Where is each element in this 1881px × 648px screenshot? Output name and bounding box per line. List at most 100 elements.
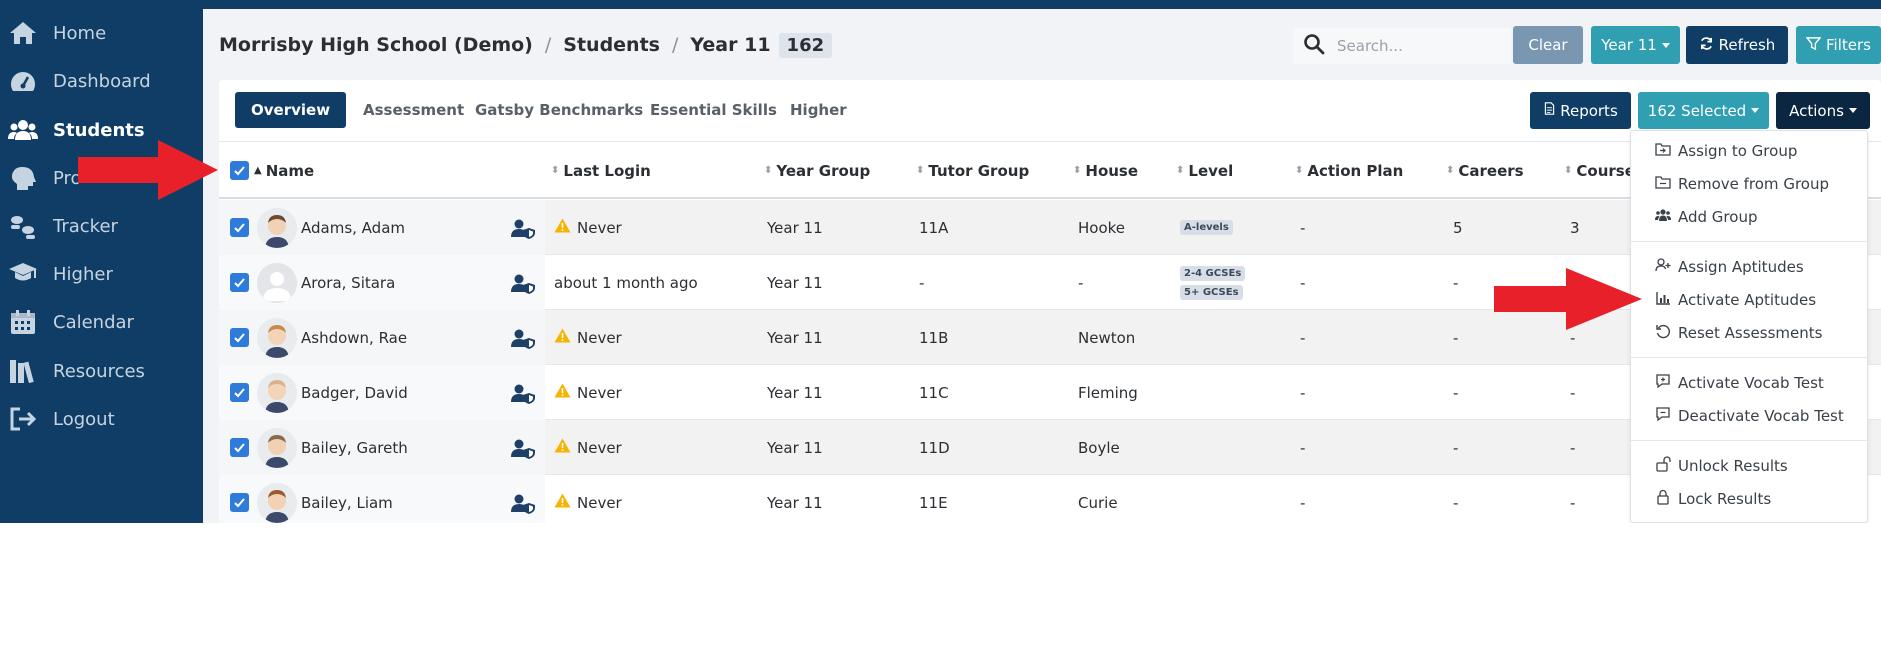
- column-header-last-login[interactable]: ⬍ Last Login: [551, 142, 651, 199]
- user-shield-icon[interactable]: [510, 475, 536, 523]
- actions-menu: Assign to Group Remove from Group Add Gr…: [1630, 130, 1868, 523]
- column-header-tutor-group[interactable]: ⬍ Tutor Group: [916, 142, 1029, 199]
- user-shield-icon[interactable]: [510, 365, 536, 420]
- year-group: Year 11: [767, 218, 823, 237]
- tracker-icon: [6, 211, 40, 241]
- sidebar-item-home[interactable]: Home: [0, 13, 203, 53]
- folder-out-icon: [1655, 174, 1678, 194]
- avatar: [257, 427, 297, 468]
- user-shield-icon[interactable]: [510, 310, 536, 365]
- last-login-text: Never: [577, 328, 622, 347]
- comment-plus-icon: [1655, 373, 1678, 393]
- last-login: Never: [554, 475, 622, 523]
- select-all-checkbox[interactable]: [230, 161, 249, 180]
- warning-icon: [554, 493, 577, 512]
- menu-item-assign-aptitudes[interactable]: Assign Aptitudes: [1631, 252, 1867, 282]
- menu-item-reset-assessments[interactable]: Reset Assessments: [1631, 318, 1867, 348]
- student-name[interactable]: Bailey, Liam: [301, 475, 393, 523]
- avatar-cell: [257, 365, 297, 420]
- row-checkbox[interactable]: [230, 493, 249, 512]
- menu-item-activate-aptitudes[interactable]: Activate Aptitudes: [1631, 285, 1867, 315]
- column-header-year-group[interactable]: ⬍ Year Group: [764, 142, 870, 199]
- level-cell: 2-4 GCSEs 5+ GCSEs: [1180, 255, 1246, 310]
- filters-button[interactable]: Filters: [1796, 26, 1881, 64]
- column-header-course[interactable]: ⬍ Course: [1564, 142, 1635, 199]
- check-icon: [234, 443, 245, 453]
- tab-overview[interactable]: Overview: [235, 92, 347, 128]
- sidebar-item-calendar[interactable]: Calendar: [0, 302, 203, 342]
- menu-item-lock-results[interactable]: Lock Results: [1631, 484, 1867, 514]
- menu-item-label: Remove from Group: [1678, 175, 1829, 193]
- column-header-level[interactable]: ⬍ Level: [1176, 142, 1233, 199]
- action-plan: -: [1300, 383, 1306, 402]
- check-icon: [234, 278, 245, 288]
- clear-button[interactable]: Clear: [1513, 26, 1583, 64]
- sidebar-item-logout[interactable]: Logout: [0, 399, 203, 439]
- home-icon: [6, 18, 40, 48]
- comment-minus-icon: [1655, 406, 1678, 426]
- warning-icon: [554, 328, 577, 347]
- careers-count: -: [1453, 438, 1459, 457]
- avatar-cell: [257, 310, 297, 365]
- row-checkbox[interactable]: [230, 383, 249, 402]
- tutor-group: 11A: [919, 218, 949, 237]
- reports-button[interactable]: Reports: [1530, 92, 1631, 129]
- row-checkbox[interactable]: [230, 438, 249, 457]
- user-shield-icon[interactable]: [510, 255, 536, 310]
- selected-dropdown-button[interactable]: 162 Selected: [1638, 92, 1769, 129]
- menu-item-assign-to-group[interactable]: Assign to Group: [1631, 136, 1867, 166]
- last-login-text: about 1 month ago: [554, 273, 698, 292]
- column-header-name[interactable]: ▲ Name: [254, 142, 314, 199]
- student-name[interactable]: Arora, Sitara: [301, 255, 395, 310]
- student-name[interactable]: Ashdown, Rae: [301, 310, 407, 365]
- year-group: Year 11: [767, 328, 823, 347]
- row-checkbox[interactable]: [230, 328, 249, 347]
- student-name[interactable]: Bailey, Gareth: [301, 420, 408, 475]
- careers-count: 5: [1453, 218, 1463, 237]
- chevron-down-icon: [1661, 42, 1670, 48]
- sort-icon: ⬍: [1295, 164, 1304, 176]
- action-plan: -: [1300, 493, 1306, 512]
- last-login: Never: [554, 420, 622, 475]
- year-dropdown-button[interactable]: Year 11: [1591, 26, 1680, 64]
- user-shield-icon[interactable]: [510, 420, 536, 475]
- course-count: -: [1570, 383, 1576, 402]
- tab-gatsby-benchmarks[interactable]: Gatsby Benchmarks: [459, 92, 659, 128]
- menu-item-activate-vocab-test[interactable]: Activate Vocab Test: [1631, 368, 1867, 398]
- student-name[interactable]: Adams, Adam: [301, 200, 405, 255]
- column-header-careers[interactable]: ⬍ Careers: [1446, 142, 1524, 199]
- column-header-house[interactable]: ⬍ House: [1073, 142, 1138, 199]
- refresh-button[interactable]: Refresh: [1686, 26, 1788, 64]
- tutor-group: 11C: [919, 383, 949, 402]
- menu-item-deactivate-vocab-test[interactable]: Deactivate Vocab Test: [1631, 401, 1867, 431]
- menu-item-add-group[interactable]: Add Group: [1631, 202, 1867, 232]
- warning-icon: [554, 438, 577, 457]
- tab-higher[interactable]: Higher: [774, 92, 863, 128]
- level-badge: 2-4 GCSEs: [1180, 265, 1246, 281]
- menu-item-unlock-results[interactable]: Unlock Results: [1631, 451, 1867, 481]
- check-icon: [234, 333, 245, 343]
- sidebar-item-higher[interactable]: Higher: [0, 254, 203, 294]
- actions-button-label: Actions: [1789, 101, 1844, 120]
- sidebar-item-tracker[interactable]: Tracker: [0, 206, 203, 246]
- menu-item-remove-from-group[interactable]: Remove from Group: [1631, 169, 1867, 199]
- folder-in-icon: [1655, 141, 1678, 161]
- student-name[interactable]: Badger, David: [301, 365, 408, 420]
- sort-icon: ⬍: [551, 164, 560, 176]
- house: Curie: [1078, 493, 1118, 512]
- chevron-down-icon: [1751, 108, 1760, 113]
- sidebar-item-dashboard[interactable]: Dashboard: [0, 61, 203, 101]
- sidebar-item-resources[interactable]: Resources: [0, 351, 203, 391]
- user-shield-icon[interactable]: [510, 200, 536, 255]
- careers-count: -: [1453, 273, 1459, 292]
- column-label: Name: [265, 161, 315, 180]
- breadcrumb-school[interactable]: Morrisby High School (Demo): [219, 34, 533, 56]
- search-input[interactable]: [1337, 37, 1497, 55]
- row-checkbox[interactable]: [230, 273, 249, 292]
- tab-essential-skills[interactable]: Essential Skills: [634, 92, 793, 128]
- column-header-action-plan[interactable]: ⬍ Action Plan: [1295, 142, 1403, 199]
- row-checkbox[interactable]: [230, 218, 249, 237]
- breadcrumb-students[interactable]: Students: [563, 34, 660, 56]
- filters-button-label: Filters: [1826, 36, 1871, 54]
- actions-dropdown-button[interactable]: Actions: [1776, 92, 1870, 129]
